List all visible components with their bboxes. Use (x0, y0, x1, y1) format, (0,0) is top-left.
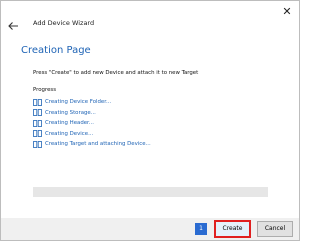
progress-step: Creating Storage... (33, 108, 151, 119)
close-icon: ✕ (282, 5, 292, 18)
progress-step-label: Creating Device Folder... (45, 99, 112, 106)
progress-step: Creating Header... (33, 118, 151, 129)
progress-step-label: Creating Target and attaching Device... (45, 141, 151, 148)
progress-step: Creating Device Folder... (33, 97, 151, 108)
task-step-icon (33, 140, 42, 148)
back-arrow-icon[interactable] (6, 19, 20, 33)
progress-heading: Progress (33, 87, 57, 93)
instruction-text: Press "Create" to add new Device and att… (33, 70, 199, 76)
task-step-icon (33, 98, 42, 106)
progress-step-label: Creating Header... (45, 120, 94, 127)
cancel-button[interactable]: Cancel (257, 221, 293, 237)
progress-step: Creating Target and attaching Device... (33, 139, 151, 150)
create-button[interactable]: Create (214, 220, 251, 238)
task-step-icon (33, 109, 42, 117)
page-title: Creation Page (21, 45, 91, 56)
progress-steps-list: Creating Device Folder... Creating Stora… (33, 97, 151, 150)
wizard-footer: 1 Create Cancel (1, 218, 299, 240)
help-badge: 1 (195, 223, 207, 235)
wizard-title: Add Device Wizard (33, 19, 95, 27)
close-button[interactable]: ✕ (279, 4, 295, 20)
progress-step-label: Creating Device... (45, 130, 94, 137)
task-step-icon (33, 119, 42, 127)
wizard-window: ✕ Add Device Wizard Creation Page Press … (0, 0, 300, 241)
progress-step: Creating Device... (33, 129, 151, 140)
progress-step-label: Creating Storage... (45, 109, 96, 116)
task-step-icon (33, 130, 42, 138)
progress-bar (33, 187, 268, 197)
